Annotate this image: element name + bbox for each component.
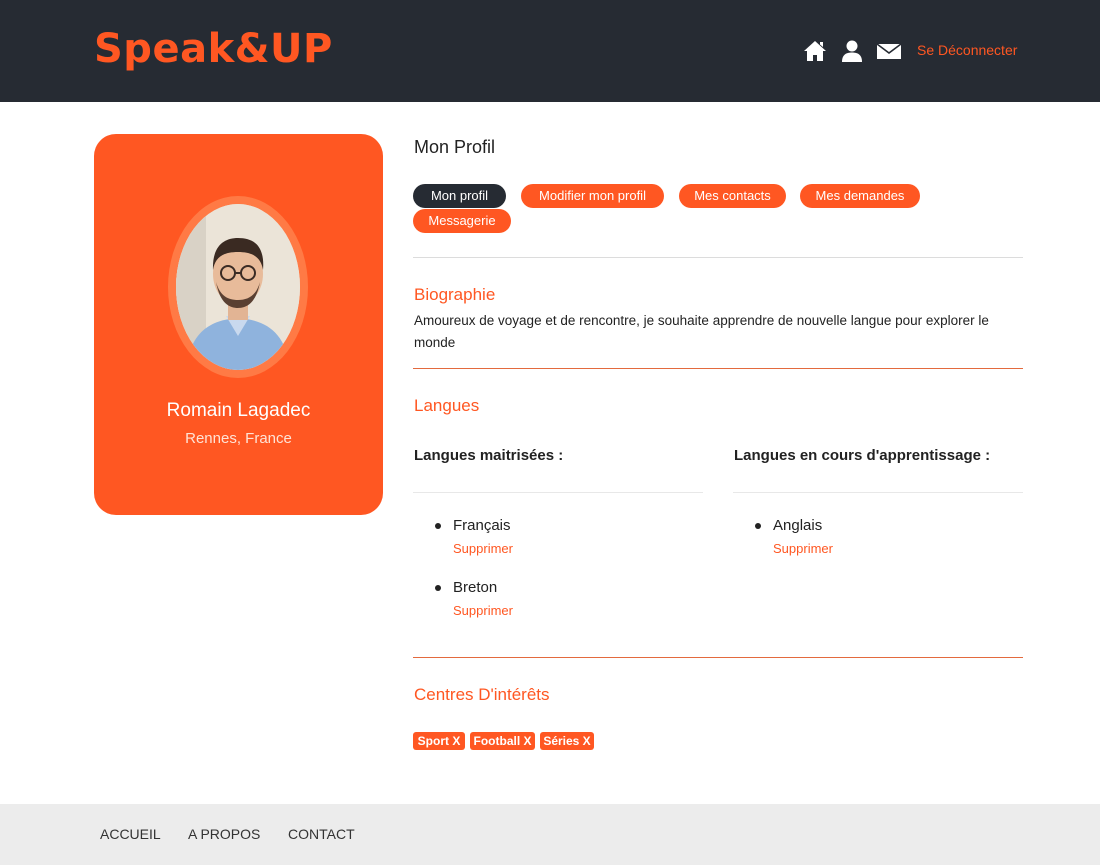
divider [413, 368, 1023, 369]
logout-link[interactable]: Se Déconnecter [917, 42, 1017, 58]
list-bullet [435, 523, 441, 529]
avatar-frame [168, 196, 308, 378]
top-navbar: Speak&UP Se Déconnecter [0, 0, 1100, 102]
learning-languages-title: Langues en cours d'apprentissage : [734, 447, 991, 464]
learning-language-item: Anglais [773, 517, 823, 534]
tab-mon-profil[interactable]: Mon profil [413, 184, 506, 208]
mastered-language-item: Français [453, 517, 511, 534]
tab-messagerie[interactable]: Messagerie [413, 209, 511, 233]
user-icon[interactable] [839, 38, 865, 64]
delete-language-link[interactable]: Supprimer [773, 541, 833, 556]
footer-link-a-propos[interactable]: A PROPOS [188, 826, 260, 842]
delete-language-link[interactable]: Supprimer [453, 541, 513, 556]
list-bullet [755, 523, 761, 529]
profile-name: Romain Lagadec [166, 400, 311, 421]
divider [413, 257, 1023, 258]
biography-text: Amoureux de voyage et de rencontre, je s… [414, 313, 989, 350]
footer-link-accueil[interactable]: ACCUEIL [100, 826, 161, 842]
tab-modifier-profil[interactable]: Modifier mon profil [521, 184, 664, 208]
mail-icon[interactable] [876, 38, 902, 64]
delete-language-link[interactable]: Supprimer [453, 603, 513, 618]
biography-title: Biographie [414, 285, 496, 304]
interest-tag-football[interactable]: Football X [470, 732, 535, 750]
mastered-languages-title: Langues maitrisées : [414, 447, 564, 464]
divider [413, 657, 1023, 658]
profile-card: Romain Lagadec Rennes, France [94, 134, 383, 515]
home-icon[interactable] [802, 38, 828, 64]
interest-tag-sport[interactable]: Sport X [413, 732, 465, 750]
brand-logo[interactable]: Speak&UP [94, 24, 333, 74]
avatar [176, 204, 300, 370]
divider [733, 492, 1023, 493]
page-title: Mon Profil [414, 137, 496, 157]
divider [413, 492, 703, 493]
nav-icons [802, 38, 913, 64]
profile-location: Rennes, France [185, 430, 292, 447]
footer: ACCUEIL A PROPOS CONTACT [0, 804, 1100, 865]
tab-mes-contacts[interactable]: Mes contacts [679, 184, 786, 208]
interests-title: Centres D'intérêts [414, 685, 550, 704]
languages-title: Langues [414, 396, 480, 415]
list-bullet [435, 585, 441, 591]
tab-mes-demandes[interactable]: Mes demandes [800, 184, 920, 208]
interest-tag-series[interactable]: Séries X [540, 732, 594, 750]
mastered-language-item: Breton [453, 579, 498, 596]
footer-link-contact[interactable]: CONTACT [288, 826, 355, 842]
